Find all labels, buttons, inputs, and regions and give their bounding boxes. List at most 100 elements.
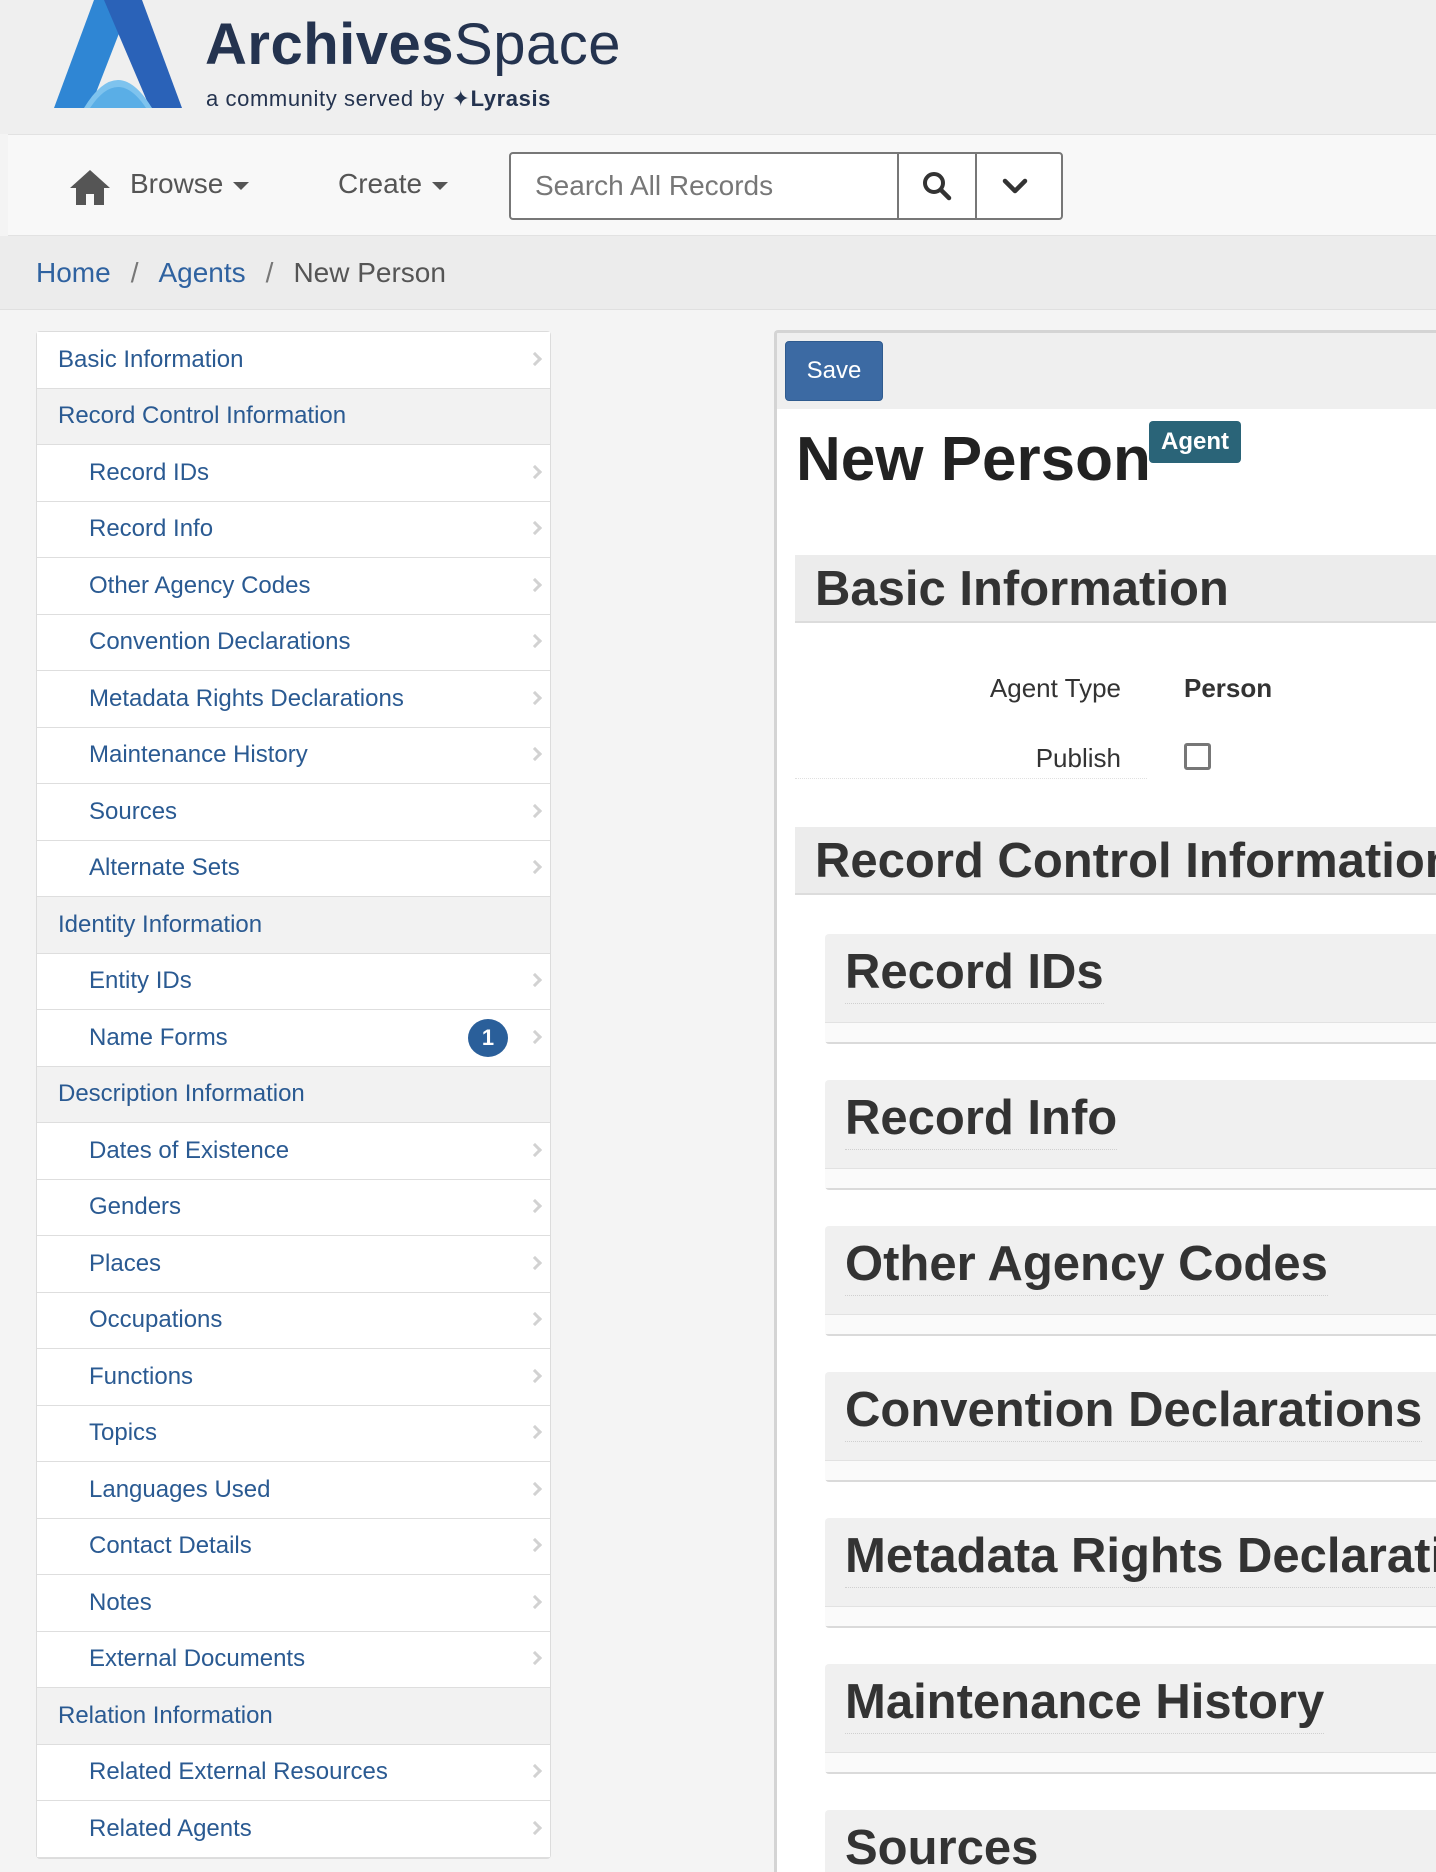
subpanel-maintenance-history: Maintenance History [825, 1664, 1436, 1774]
sidebar-item-alternate-sets[interactable]: Alternate Sets [37, 840, 550, 897]
breadcrumb: Home / Agents / New Person [0, 236, 1436, 310]
publish-checkbox[interactable] [1184, 743, 1211, 770]
sidebar-item-label: Record IDs [89, 458, 210, 486]
sidebar-item-dates-of-existence[interactable]: Dates of Existence [37, 1123, 550, 1180]
sidebar-item-label: Topics [89, 1419, 158, 1447]
sidebar-item-other-agency-codes[interactable]: Other Agency Codes [37, 558, 550, 615]
breadcrumb-home[interactable]: Home [36, 257, 111, 289]
agent-form: Save New Person Agent Basic Information … [774, 330, 1436, 1872]
chevron-right-icon [527, 1199, 543, 1214]
sidebar-item-label: Other Agency Codes [89, 571, 311, 599]
sidebar-item-name-forms[interactable]: Name Forms 1 [37, 1010, 550, 1067]
breadcrumb-separator: / [265, 256, 274, 288]
sidebar-item-contact-details[interactable]: Contact Details [37, 1518, 550, 1575]
search-button[interactable] [897, 154, 975, 218]
subpanel-other-agency-codes: Other Agency Codes [825, 1226, 1436, 1336]
chevron-right-icon [527, 351, 543, 366]
sidebar-item-label: External Documents [89, 1645, 306, 1673]
caret-down-icon [233, 182, 250, 190]
sidebar-section-label: Description Information [58, 1080, 305, 1108]
brand-name[interactable]: ArchivesSpace [205, 10, 621, 80]
search-group [509, 152, 1063, 220]
sidebar-item-entity-ids[interactable]: Entity IDs [37, 953, 550, 1010]
brand-name-bold: Archives [205, 12, 455, 77]
agent-type-value: Person [1184, 673, 1273, 703]
sidebar-item-notes[interactable]: Notes [37, 1575, 550, 1632]
sidebar-item-label: Related Agents [89, 1814, 252, 1842]
archivesspace-logo-icon[interactable] [54, 0, 182, 108]
sidebar-section-relation: Relation Information [37, 1688, 550, 1745]
field-divider [795, 778, 1147, 779]
chevron-right-icon [527, 1764, 543, 1779]
count-badge: 1 [468, 1018, 508, 1057]
section-record-control-information: Record Control Information [795, 827, 1436, 895]
subpanel-title: Sources [845, 1818, 1038, 1872]
sidebar-item-languages-used[interactable]: Languages Used [37, 1462, 550, 1519]
sidebar-item-label: Occupations [89, 1306, 223, 1334]
browse-menu[interactable]: Browse [130, 168, 250, 200]
sidebar-item-label: Convention Declarations [89, 628, 351, 656]
form-toolbar: Save [777, 333, 1436, 409]
sidebar-section-label: Identity Information [58, 910, 263, 938]
sidebar-item-label: Basic Information [58, 345, 244, 373]
page-title: New Person [796, 425, 1151, 494]
search-options-toggle[interactable] [975, 154, 1053, 218]
sidebar-item-record-info[interactable]: Record Info [37, 501, 550, 558]
site-header: ArchivesSpace a community served by ✦Lyr… [0, 0, 1436, 134]
sidebar-item-sources[interactable]: Sources [37, 784, 550, 841]
chevron-down-icon [1002, 178, 1028, 194]
sidebar-item-metadata-rights-declarations[interactable]: Metadata Rights Declarations [37, 671, 550, 728]
subpanel-convention-declarations: Convention Declarations [825, 1372, 1436, 1482]
sidebar-item-places[interactable]: Places [37, 1236, 550, 1293]
sidebar-item-related-agents[interactable]: Related Agents [37, 1801, 550, 1858]
main-navbar: Browse Create [8, 134, 1436, 236]
sidebar-item-record-ids[interactable]: Record IDs [37, 445, 550, 502]
sidebar-item-occupations[interactable]: Occupations [37, 1292, 550, 1349]
sidebar-item-label: Dates of Existence [89, 1136, 290, 1164]
chevron-right-icon [527, 1425, 543, 1440]
brand-tagline: a community served by ✦Lyrasis [206, 86, 551, 112]
chevron-right-icon [527, 1538, 543, 1553]
agent-type-badge: Agent [1149, 421, 1241, 463]
sidebar-item-convention-declarations[interactable]: Convention Declarations [37, 614, 550, 671]
create-menu[interactable]: Create [338, 168, 449, 200]
sidebar-section-description: Description Information [37, 1066, 550, 1123]
subpanel-title: Other Agency Codes [845, 1234, 1328, 1297]
search-input[interactable] [511, 154, 897, 218]
sidebar-item-label: Places [89, 1249, 162, 1277]
save-button[interactable]: Save [785, 341, 883, 401]
sidebar-item-basic-information[interactable]: Basic Information [37, 332, 550, 389]
subpanel-sources: Sources [825, 1810, 1436, 1872]
chevron-right-icon [527, 521, 543, 536]
chevron-right-icon [527, 1312, 543, 1327]
sidebar-item-label: Notes [89, 1588, 152, 1616]
brand-tagline-prefix: a community served by [206, 86, 445, 111]
subpanel-record-ids: Record IDs [825, 934, 1436, 1044]
sidebar-item-label: Entity IDs [89, 967, 192, 995]
sidebar-item-external-documents[interactable]: External Documents [37, 1631, 550, 1688]
subpanel-title: Maintenance History [845, 1672, 1325, 1735]
section-basic-information: Basic Information [795, 555, 1436, 623]
sidebar-item-functions[interactable]: Functions [37, 1349, 550, 1406]
create-label: Create [338, 168, 423, 199]
sidebar-item-genders[interactable]: Genders [37, 1179, 550, 1236]
subpanel-metadata-rights-declarations: Metadata Rights Declarations [825, 1518, 1436, 1628]
sidebar-section-identity: Identity Information [37, 897, 550, 954]
breadcrumb-agents[interactable]: Agents [158, 257, 245, 289]
subpanel-footer [825, 1314, 1436, 1334]
caret-down-icon [432, 182, 449, 190]
sidebar-item-topics[interactable]: Topics [37, 1405, 550, 1462]
chevron-right-icon [527, 464, 543, 479]
search-icon [923, 172, 952, 201]
publish-label: Publish [1035, 743, 1121, 773]
subpanel-footer [825, 1168, 1436, 1188]
sidebar-item-maintenance-history[interactable]: Maintenance History [37, 727, 550, 784]
browse-label: Browse [130, 168, 224, 199]
subpanel-title: Record Info [845, 1088, 1118, 1151]
home-icon[interactable] [68, 167, 112, 207]
sidebar-item-label: Alternate Sets [89, 854, 240, 882]
sidebar-item-label: Record Info [89, 515, 214, 543]
sidebar-item-related-external-resources[interactable]: Related External Resources [37, 1744, 550, 1801]
chevron-right-icon [527, 973, 543, 988]
chevron-right-icon [527, 1651, 543, 1666]
